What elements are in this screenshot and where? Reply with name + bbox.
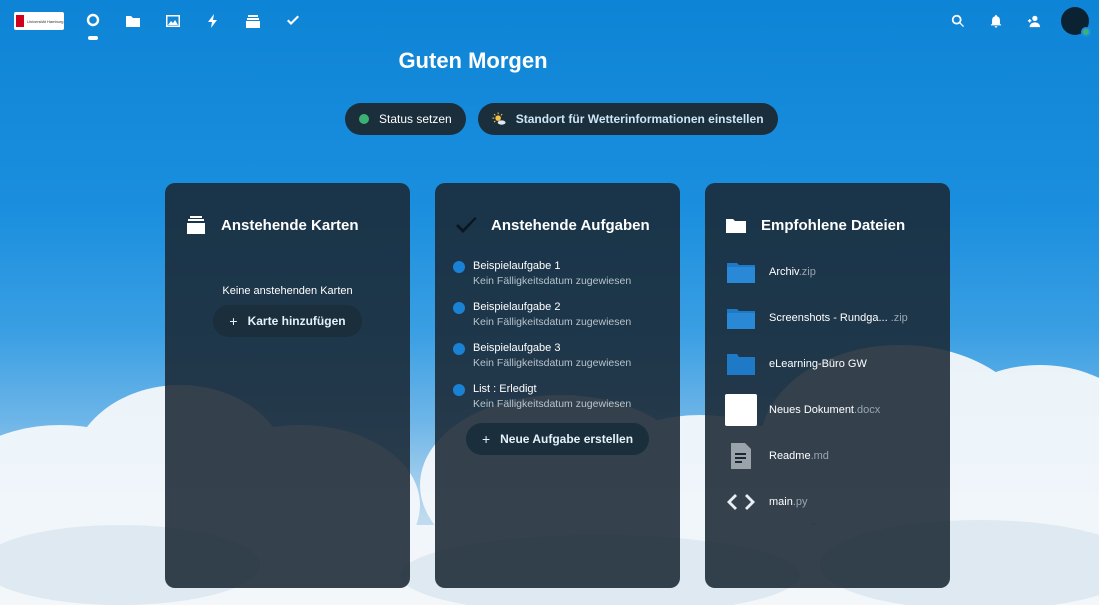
panel-title[interactable]: Anstehende Karten	[221, 217, 359, 234]
deck-icon[interactable]	[240, 8, 266, 34]
task-calendar-icon	[453, 384, 465, 396]
task-calendar-icon	[453, 261, 465, 273]
file-name: Neues Dokument	[769, 404, 854, 416]
zip-icon	[725, 256, 757, 288]
weather-sun-icon	[492, 112, 506, 125]
add-task-button[interactable]: + Neue Aufgabe erstellen	[465, 423, 650, 455]
file-extension: .zip	[887, 312, 908, 324]
file-name: Readme	[769, 450, 811, 462]
photos-icon[interactable]	[160, 8, 186, 34]
logo-text: Universität Hamburg	[27, 18, 64, 24]
task-calendar-icon	[453, 302, 465, 314]
code-icon	[725, 486, 757, 518]
dashboard-icon[interactable]	[80, 8, 106, 40]
activity-icon[interactable]	[200, 8, 226, 34]
panel-header: Anstehende Karten	[165, 183, 410, 243]
file-extension: .py	[792, 496, 808, 508]
weather-button-label: Standort für Wetterinformationen einstel…	[515, 112, 764, 126]
upcoming-tasks-panel: Anstehende Aufgaben Beispielaufgabe 1 Ke…	[435, 183, 680, 588]
top-bar: Universität Hamburg	[0, 0, 1099, 44]
avatar-status-dot	[1081, 27, 1091, 37]
search-icon[interactable]	[947, 10, 969, 32]
folder-icon	[725, 214, 747, 236]
file-item[interactable]: Screenshots - Rundga... .zip	[705, 295, 950, 341]
panel-title[interactable]: Anstehende Aufgaben	[491, 217, 650, 234]
file-name: main	[769, 496, 793, 508]
task-title: Beispielaufgabe 2	[473, 301, 561, 313]
avatar[interactable]	[1061, 7, 1091, 37]
task-title: Beispielaufgabe 3	[473, 342, 561, 354]
file-item[interactable]: Readme.md	[705, 433, 950, 479]
add-card-label: Karte hinzufügen	[247, 314, 346, 328]
recommended-files-panel: Empfohlene Dateien Archiv.zip Screenshot…	[705, 183, 950, 588]
file-extension: .md	[810, 450, 829, 462]
task-item[interactable]: Beispielaufgabe 2 Kein Fälligkeitsdatum …	[435, 300, 680, 330]
file-name: Archiv	[769, 266, 799, 278]
task-calendar-icon	[453, 343, 465, 355]
files-icon[interactable]	[120, 8, 146, 34]
status-online-icon	[359, 114, 369, 124]
header-actions	[947, 7, 1091, 37]
plus-icon: +	[229, 313, 238, 329]
task-title: Beispielaufgabe 1	[473, 260, 561, 272]
file-item[interactable]: main.py	[705, 479, 950, 525]
panel-header: Anstehende Aufgaben	[435, 183, 680, 243]
task-due: Kein Fälligkeitsdatum zugewiesen	[473, 316, 632, 328]
deck-icon	[185, 214, 207, 236]
app-navigation	[80, 8, 306, 40]
task-item[interactable]: Beispielaufgabe 3 Kein Fälligkeitsdatum …	[435, 341, 680, 371]
plus-icon: +	[481, 431, 491, 447]
university-logo[interactable]: Universität Hamburg	[14, 12, 64, 30]
panel-header: Empfohlene Dateien	[705, 183, 950, 243]
file-extension: .zip	[798, 266, 816, 278]
weather-location-button[interactable]: Standort für Wetterinformationen einstel…	[477, 103, 778, 135]
notifications-icon[interactable]	[985, 10, 1007, 32]
add-card-button[interactable]: + Karte hinzufügen	[213, 305, 362, 337]
task-due: Kein Fälligkeitsdatum zugewiesen	[473, 275, 632, 287]
file-item[interactable]: Archiv.zip	[705, 249, 950, 295]
file-name: Screenshots - Rundga...	[769, 312, 888, 324]
logo-seal	[16, 15, 24, 27]
contacts-icon[interactable]	[1023, 10, 1045, 32]
task-due: Kein Fälligkeitsdatum zugewiesen	[473, 398, 632, 410]
folder-icon	[725, 348, 757, 380]
empty-cards-text: Keine anstehenden Karten	[222, 285, 353, 297]
file-list: Archiv.zip Screenshots - Rundga... .zip …	[705, 249, 950, 525]
file-item[interactable]: Neues Dokument.docx	[705, 387, 950, 433]
task-due: Kein Fälligkeitsdatum zugewiesen	[473, 357, 632, 369]
document-preview-icon	[725, 394, 757, 426]
task-item[interactable]: Beispielaufgabe 1 Kein Fälligkeitsdatum …	[435, 259, 680, 289]
add-task-label: Neue Aufgabe erstellen	[500, 432, 634, 446]
status-button[interactable]: Status setzen	[345, 103, 466, 135]
tasks-icon[interactable]	[280, 8, 306, 34]
task-list: Beispielaufgabe 1 Kein Fälligkeitsdatum …	[435, 259, 680, 412]
task-item[interactable]: List : Erledigt Kein Fälligkeitsdatum zu…	[435, 382, 680, 412]
file-name: eLearning-Büro GW	[769, 358, 867, 370]
zip-icon	[725, 302, 757, 334]
file-extension: .docx	[854, 404, 881, 416]
task-title: List : Erledigt	[473, 383, 537, 395]
header-pills: Status setzen Standort für Wetterinforma…	[345, 103, 778, 135]
panel-title[interactable]: Empfohlene Dateien	[761, 217, 905, 234]
text-file-icon	[725, 440, 757, 472]
file-item[interactable]: eLearning-Büro GW	[705, 341, 950, 387]
greeting-heading: Guten Morgen	[398, 48, 548, 73]
status-button-label: Status setzen	[379, 112, 452, 126]
checkmark-icon	[455, 214, 477, 236]
upcoming-cards-panel: Anstehende Karten Keine anstehenden Kart…	[165, 183, 410, 588]
